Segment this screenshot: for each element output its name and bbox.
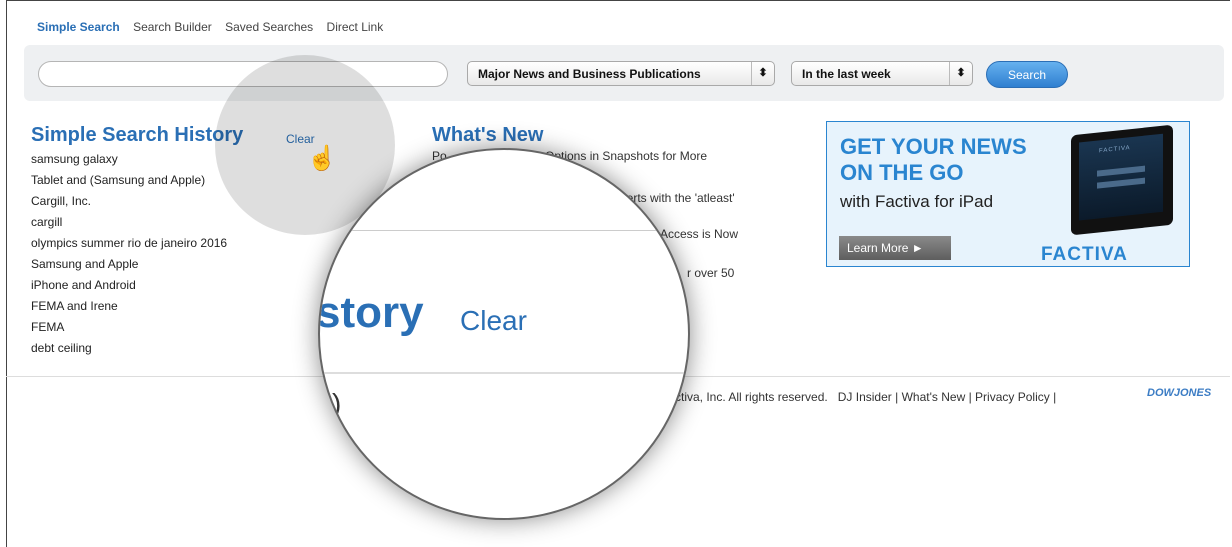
learn-more-button[interactable]: Learn More ►: [839, 236, 951, 260]
factiva-logo: FACTIVA: [1041, 244, 1128, 265]
lens-clear-link: Clear: [460, 305, 527, 336]
footer-separator: |: [895, 390, 899, 404]
magnifier-lens: story Clear ): [318, 148, 690, 520]
ipad-image: FACTIVA: [1071, 124, 1173, 236]
footer-link-dj-insider[interactable]: DJ Insider: [838, 390, 892, 404]
source-select-value: Major News and Business Publications: [478, 67, 701, 81]
news-item[interactable]: lerts with the 'atleast': [624, 191, 735, 205]
history-title: Simple Search History: [31, 124, 244, 146]
ad-headline: GET YOUR NEWS ON THE GO: [840, 134, 1027, 186]
factiva-ipad-ad[interactable]: GET YOUR NEWS ON THE GO with Factiva for…: [826, 121, 1190, 267]
ad-subline: with Factiva for iPad: [840, 192, 994, 211]
lens-history-fragment: story: [318, 288, 424, 337]
hand-pointer-icon: ☝: [307, 145, 337, 172]
search-bar: Major News and Business Publications ⬍ I…: [24, 45, 1224, 101]
history-item[interactable]: FEMA: [31, 317, 227, 338]
ipad-field: [1097, 177, 1145, 189]
ipad-field: [1097, 165, 1145, 177]
nav-saved-searches[interactable]: Saved Searches: [225, 20, 313, 34]
footer-separator: |: [968, 390, 972, 404]
lens-divider: [320, 230, 688, 231]
date-range-select[interactable]: In the last week ⬍: [791, 61, 973, 86]
select-arrows-icon: ⬍: [949, 62, 972, 85]
history-item[interactable]: iPhone and Android: [31, 275, 227, 296]
ad-headline-line2: ON THE GO: [840, 160, 964, 185]
ipad-screen-label: FACTIVA: [1099, 145, 1131, 155]
footer: ctiva, Inc. All rights reserved. DJ Insi…: [675, 390, 1056, 404]
history-item[interactable]: Cargill, Inc.: [31, 191, 227, 212]
history-item[interactable]: Samsung and Apple: [31, 254, 227, 275]
history-item[interactable]: Tablet and (Samsung and Apple): [31, 170, 227, 191]
history-item[interactable]: FEMA and Irene: [31, 296, 227, 317]
footer-link-privacy-policy[interactable]: Privacy Policy: [975, 390, 1050, 404]
history-item[interactable]: cargill: [31, 212, 227, 233]
copyright-text: ctiva, Inc. All rights reserved.: [675, 390, 828, 404]
nav-direct-link[interactable]: Direct Link: [327, 20, 384, 34]
history-list: samsung galaxy Tablet and (Samsung and A…: [31, 149, 227, 359]
lens-footer-divider: [320, 372, 688, 374]
history-item[interactable]: olympics summer rio de janeiro 2016: [31, 233, 227, 254]
ad-headline-line1: GET YOUR NEWS: [840, 134, 1027, 159]
whats-new-title: What's New: [432, 124, 544, 146]
history-item[interactable]: debt ceiling: [31, 338, 227, 359]
news-item[interactable]: r over 50: [687, 266, 734, 280]
source-select[interactable]: Major News and Business Publications ⬍: [467, 61, 775, 86]
search-button[interactable]: Search: [986, 61, 1068, 88]
dow-jones-logo: DOWJONES: [1147, 387, 1212, 399]
nav-simple-search[interactable]: Simple Search: [37, 20, 120, 34]
ipad-screen: FACTIVA: [1079, 133, 1163, 221]
nav-search-builder[interactable]: Search Builder: [133, 20, 212, 34]
select-arrows-icon: ⬍: [751, 62, 774, 85]
top-nav: Simple Search Search Builder Saved Searc…: [37, 20, 393, 34]
footer-separator: |: [1053, 390, 1057, 404]
footer-link-whats-new[interactable]: What's New: [902, 390, 966, 404]
date-select-value: In the last week: [802, 67, 891, 81]
history-item[interactable]: samsung galaxy: [31, 149, 227, 170]
lens-paren: ): [332, 388, 342, 419]
